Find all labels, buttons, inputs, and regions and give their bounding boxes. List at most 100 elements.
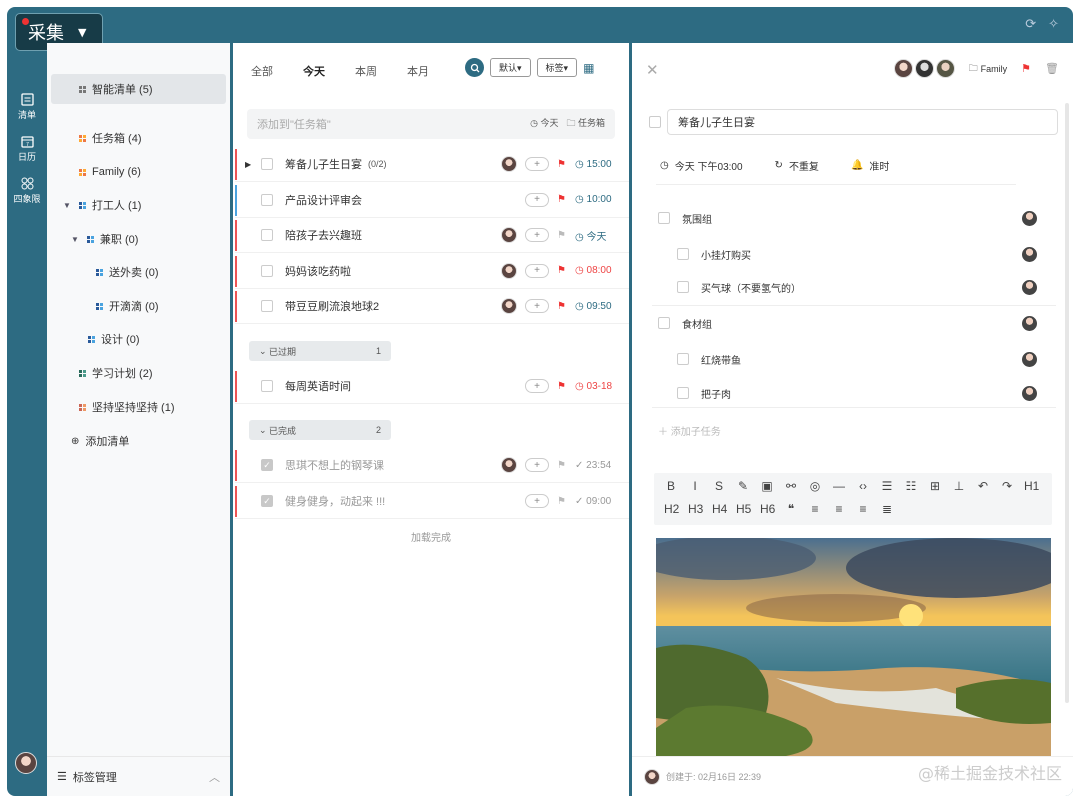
member-avatar[interactable] bbox=[893, 59, 913, 78]
subtask-item[interactable]: 买气球（不要氢气的） bbox=[677, 277, 1037, 297]
assignee-avatar[interactable] bbox=[501, 227, 517, 243]
assignee-avatar[interactable] bbox=[501, 457, 517, 473]
flag-icon[interactable]: ⚑ bbox=[557, 159, 567, 170]
task-row[interactable]: ✓ 健身健身，动起来 !!! + ⚑ ✓ 09:00 bbox=[235, 484, 629, 519]
repeat-button[interactable]: ↻ 不重复 bbox=[775, 158, 819, 173]
add-task-date[interactable]: ◷ 今天 bbox=[530, 116, 558, 132]
assign-button[interactable]: + bbox=[525, 494, 549, 508]
subtask-checkbox[interactable] bbox=[677, 248, 689, 260]
task-complete-checkbox[interactable] bbox=[649, 116, 661, 128]
user-avatar[interactable] bbox=[15, 752, 37, 774]
flag-icon[interactable]: ⚑ bbox=[557, 194, 567, 205]
flag-icon[interactable]: ⚑ bbox=[557, 265, 567, 276]
flag-icon[interactable]: ⚑ bbox=[557, 496, 567, 507]
tab-month[interactable]: 本月 bbox=[407, 63, 429, 79]
subtask-item[interactable]: 红烧带鱼 bbox=[677, 349, 1037, 369]
task-checkbox[interactable] bbox=[261, 380, 273, 392]
toolbar-button[interactable]: B bbox=[664, 479, 678, 493]
assignee-avatar[interactable] bbox=[501, 156, 517, 172]
assign-button[interactable]: + bbox=[525, 192, 549, 207]
toolbar-button[interactable]: S bbox=[712, 479, 726, 493]
overdue-group-header[interactable]: ⌄ 已过期 1 bbox=[249, 341, 391, 361]
toolbar-button[interactable]: ≡ bbox=[856, 502, 870, 516]
assignee-avatar[interactable] bbox=[501, 262, 517, 279]
toolbar-button[interactable]: ☷ bbox=[904, 479, 918, 493]
task-checkbox[interactable] bbox=[261, 193, 273, 206]
search-button[interactable] bbox=[465, 58, 484, 77]
due-date-button[interactable]: ◷ 今天 下午03:00 bbox=[660, 158, 743, 173]
toolbar-button[interactable]: ≣ bbox=[880, 502, 894, 516]
chevron-up-icon[interactable]: ︿ bbox=[209, 769, 220, 785]
subtask-item[interactable]: 食材组 bbox=[658, 313, 1037, 333]
toolbar-button[interactable]: H6 bbox=[760, 502, 775, 516]
scrollbar[interactable] bbox=[1065, 103, 1069, 703]
sidebar-item-didi[interactable]: 开滴滴 (0) bbox=[96, 296, 159, 316]
toolbar-button[interactable]: H1 bbox=[1024, 479, 1039, 493]
task-checkbox[interactable] bbox=[261, 300, 273, 312]
task-checkbox[interactable] bbox=[261, 229, 273, 241]
sidebar-item-smart-list[interactable]: 智能清单 (5) bbox=[79, 79, 153, 99]
task-row[interactable]: ▶ 筹备儿子生日宴 (0/2) + ⚑ ◷ 15:00 bbox=[235, 147, 629, 182]
sync-icon[interactable]: ⟳ bbox=[1025, 16, 1036, 32]
toolbar-button[interactable]: ❝ bbox=[784, 502, 798, 516]
task-checkbox[interactable] bbox=[261, 264, 273, 277]
assign-button[interactable]: + bbox=[525, 157, 549, 171]
toolbar-button[interactable]: H5 bbox=[736, 502, 751, 516]
assign-button[interactable]: + bbox=[525, 263, 549, 278]
done-group-header[interactable]: ⌄ 已完成 2 bbox=[249, 420, 391, 440]
subtask-item[interactable]: 小挂灯购买 bbox=[677, 244, 1037, 264]
pin-icon[interactable]: ✧ bbox=[1048, 16, 1059, 32]
task-row[interactable]: 每周英语时间 + ⚑ ◷ 03-18 bbox=[235, 369, 629, 404]
assign-button[interactable]: + bbox=[525, 458, 549, 472]
add-list-button[interactable]: ⊕ 添加清单 bbox=[71, 431, 129, 451]
toolbar-button[interactable]: ◎ bbox=[808, 479, 822, 493]
subtask-item[interactable]: 把子肉 bbox=[677, 383, 1037, 403]
subtask-checkbox[interactable] bbox=[677, 353, 689, 365]
tab-today[interactable]: 今天 bbox=[303, 63, 325, 79]
subtask-assignee-avatar[interactable] bbox=[1022, 385, 1037, 401]
task-row[interactable]: ✓ 思琪不想上的钢琴课 + ⚑ ✓ 23:54 bbox=[235, 448, 629, 483]
subtask-checkbox[interactable] bbox=[658, 212, 670, 224]
subtask-checkbox[interactable] bbox=[677, 281, 689, 293]
sort-dropdown[interactable]: 默认▾ bbox=[490, 58, 531, 77]
toolbar-button[interactable]: ↷ bbox=[1000, 479, 1014, 493]
sidebar-item-inbox[interactable]: 任务箱 (4) bbox=[79, 128, 142, 148]
flag-icon[interactable]: ⚑ bbox=[557, 381, 567, 392]
flag-icon[interactable]: ⚑ bbox=[557, 230, 567, 241]
sidebar-item-study[interactable]: 学习计划 (2) bbox=[79, 363, 153, 383]
caret-down-icon[interactable]: ▼ bbox=[63, 201, 71, 210]
add-task-input[interactable]: 添加到"任务箱" ◷ 今天 🗀 任务箱 bbox=[247, 109, 615, 139]
toolbar-button[interactable]: ≡ bbox=[832, 502, 846, 516]
tab-week[interactable]: 本周 bbox=[355, 63, 377, 79]
toolbar-button[interactable]: H3 bbox=[688, 502, 703, 516]
trash-icon[interactable]: 🗑 bbox=[1045, 62, 1059, 75]
flag-icon[interactable]: ⚑ bbox=[557, 460, 567, 471]
tag-dropdown[interactable]: 标签▾ bbox=[536, 58, 578, 77]
rail-item-list[interactable]: 清单 bbox=[7, 93, 47, 121]
tag-management[interactable]: ☰ 标签管理 ︿ bbox=[47, 756, 230, 796]
subtask-assignee-avatar[interactable] bbox=[1022, 315, 1037, 331]
flag-icon[interactable]: ⚑ bbox=[1021, 62, 1031, 75]
tab-all[interactable]: 全部 bbox=[251, 63, 273, 79]
rail-item-quadrant[interactable]: 四象限 bbox=[7, 177, 47, 205]
toolbar-button[interactable]: — bbox=[832, 479, 846, 493]
task-checkbox-checked[interactable]: ✓ bbox=[261, 495, 273, 507]
reminder-button[interactable]: 🔔 准时 bbox=[851, 158, 889, 173]
subtask-assignee-avatar[interactable] bbox=[1022, 210, 1037, 226]
subtask-checkbox[interactable] bbox=[658, 317, 670, 329]
sidebar-item-persist[interactable]: 坚持坚持坚持 (1) bbox=[79, 397, 175, 417]
close-icon[interactable]: ✕ bbox=[646, 61, 659, 79]
toolbar-button[interactable]: H4 bbox=[712, 502, 727, 516]
task-row[interactable]: 陪孩子去兴趣班 + ⚑ ◷ 今天 bbox=[235, 218, 629, 253]
member-avatar[interactable] bbox=[914, 59, 934, 78]
assignee-avatar[interactable] bbox=[501, 298, 517, 314]
task-checkbox[interactable] bbox=[261, 158, 273, 170]
subtask-assignee-avatar[interactable] bbox=[1022, 351, 1037, 367]
toolbar-button[interactable]: ⊥ bbox=[952, 479, 966, 493]
subtask-item[interactable]: 氛围组 bbox=[658, 208, 1037, 228]
flag-icon[interactable]: ⚑ bbox=[557, 301, 567, 312]
task-row[interactable]: 带豆豆刷流浪地球2 + ⚑ ◷ 09:50 bbox=[235, 289, 629, 324]
toolbar-button[interactable]: ≡ bbox=[808, 502, 822, 516]
assign-button[interactable]: + bbox=[525, 299, 549, 313]
add-subtask-button[interactable]: ＋ 添加子任务 bbox=[658, 423, 721, 438]
